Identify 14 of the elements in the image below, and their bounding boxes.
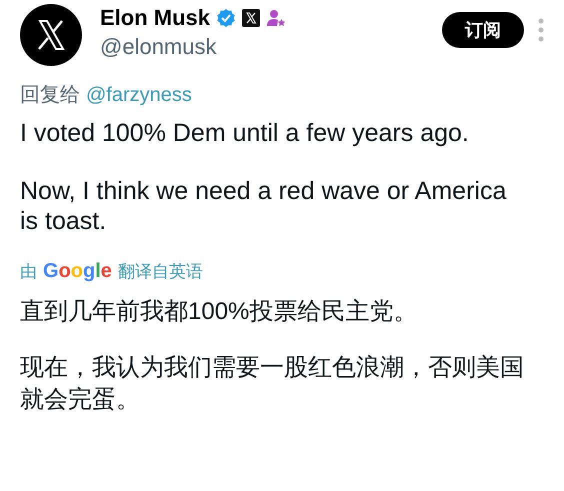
tweet-text: Now, I think we need a red wave or America is toast.	[20, 176, 508, 236]
google-logo: Google	[43, 259, 112, 284]
translated-text: 直到几年前我都100%投票给民主党。	[20, 297, 418, 327]
person-star-icon	[266, 8, 286, 28]
translation-label: 由	[20, 261, 37, 283]
author-name[interactable]: Elon Musk	[100, 4, 210, 32]
author-handle[interactable]: @elonmusk	[100, 32, 286, 62]
subscribe-button[interactable]: 订阅	[442, 12, 524, 48]
translation-source: 翻译自英语	[118, 261, 203, 283]
reply-label: 回复给	[20, 83, 80, 108]
avatar-logo-icon[interactable]	[20, 4, 82, 66]
tweet-text: I voted 100% Dem until a few years ago.	[20, 118, 470, 148]
translated-text: 现在，我认为我们需要一股红色浪潮，否则美国就会完蛋。	[20, 353, 525, 415]
x-logo-icon	[242, 9, 260, 27]
